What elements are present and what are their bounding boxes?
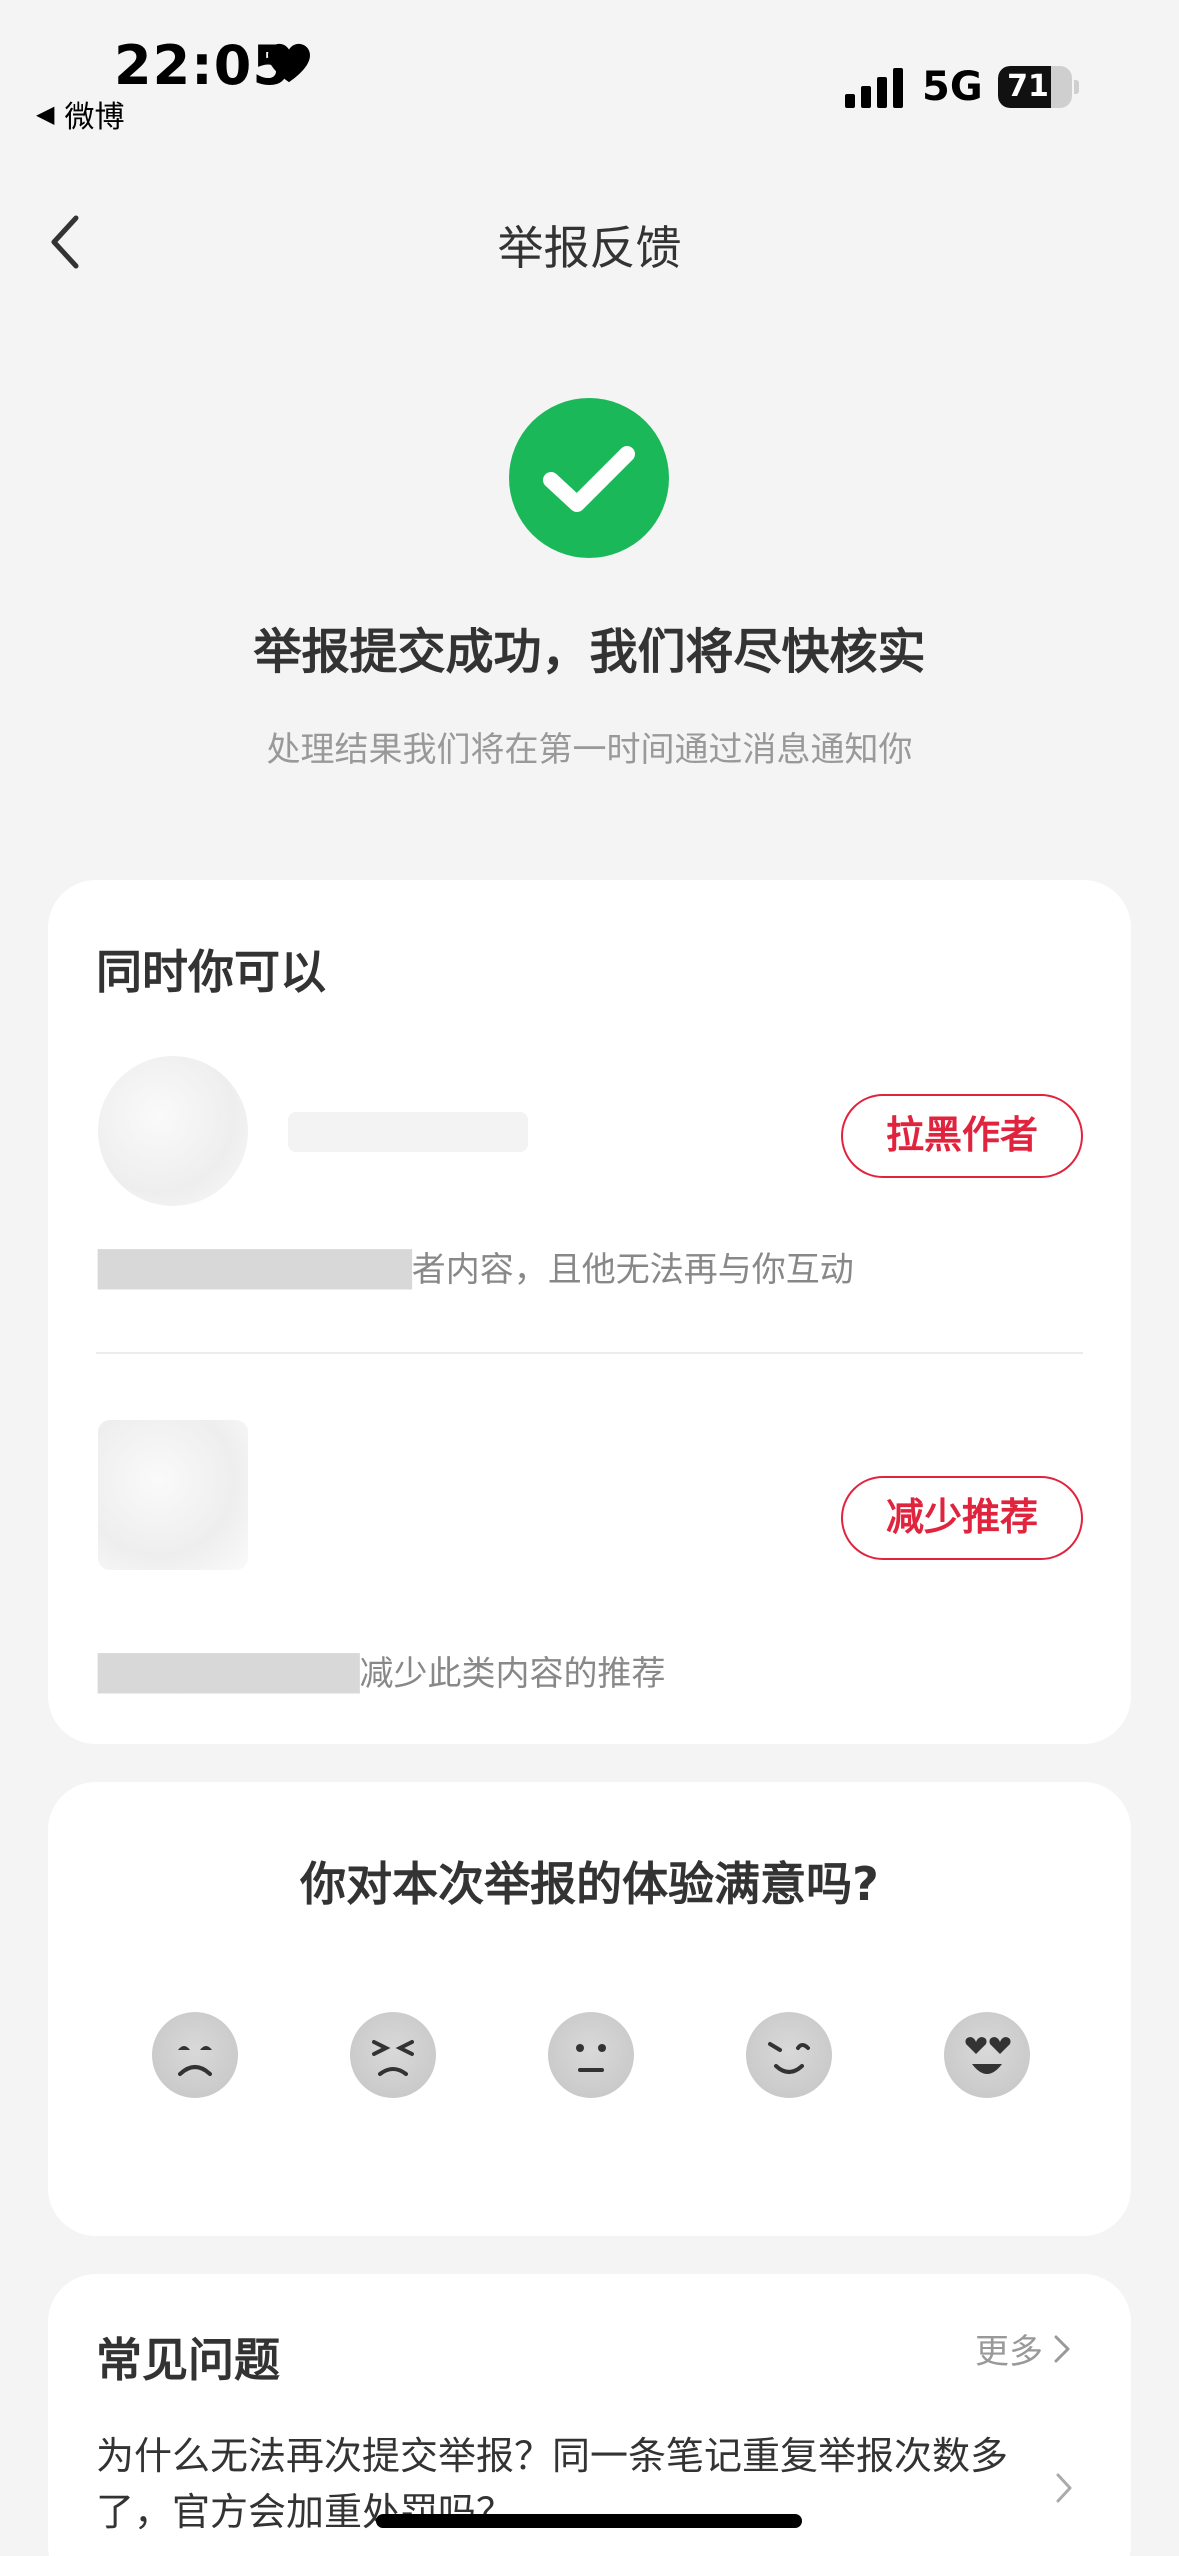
block-author-desc: ████████████者内容，且他无法再与你互动: [98, 1250, 854, 1290]
back-to-app-link[interactable]: ◀ 微博: [36, 92, 124, 136]
chevron-right-icon[interactable]: [1055, 2472, 1073, 2504]
status-bar: 22:05 ◀ 微博 5G 71: [0, 0, 1179, 140]
satisfied-emoji-icon[interactable]: [746, 2012, 832, 2098]
battery-icon: 71: [998, 66, 1079, 108]
divider: [96, 1352, 1083, 1354]
check-circle-icon: [509, 398, 669, 558]
success-subtitle: 处理结果我们将在第一时间通过消息通知你: [266, 730, 913, 770]
success-title: 举报提交成功，我们将尽快核实: [253, 624, 926, 680]
very-satisfied-emoji-icon[interactable]: [944, 2012, 1030, 2098]
also-options-card: 同时你可以 拉黑作者 ████████████者内容，且他无法再与你互动 减少推…: [48, 880, 1131, 1744]
neutral-emoji-icon[interactable]: [548, 2012, 634, 2098]
status-time: 22:05: [114, 34, 291, 97]
back-app-label: 微博: [64, 100, 125, 135]
satisfaction-question: 你对本次举报的体验满意吗?: [300, 1857, 879, 1911]
reduce-recommend-button[interactable]: 减少推荐: [841, 1476, 1083, 1560]
heart-icon: [268, 43, 310, 83]
faq-more-label: 更多: [975, 2332, 1043, 2372]
very-dissatisfied-emoji-icon[interactable]: [152, 2012, 238, 2098]
block-author-button[interactable]: 拉黑作者: [841, 1094, 1083, 1178]
faq-heading: 常见问题: [96, 2333, 280, 2387]
faq-more-link[interactable]: 更多: [975, 2324, 1071, 2373]
content-thumbnail: [98, 1420, 248, 1570]
also-heading: 同时你可以: [96, 945, 326, 999]
satisfaction-card: 你对本次举报的体验满意吗?: [48, 1782, 1131, 2236]
chevron-right-icon: [1054, 2335, 1070, 2362]
author-avatar: [98, 1056, 248, 1206]
page-title: 举报反馈: [497, 221, 682, 275]
reduce-recommend-desc: ██████████减少此类内容的推荐: [98, 1654, 666, 1694]
dissatisfied-emoji-icon[interactable]: [350, 2012, 436, 2098]
battery-percent: 71: [1007, 69, 1049, 104]
signal-icon: [845, 68, 903, 108]
chevron-left-icon[interactable]: [46, 212, 86, 272]
back-triangle-icon: ◀: [36, 100, 55, 128]
author-name-blurred: [288, 1112, 528, 1152]
network-type: 5G: [922, 64, 983, 110]
home-indicator[interactable]: [376, 2514, 802, 2528]
